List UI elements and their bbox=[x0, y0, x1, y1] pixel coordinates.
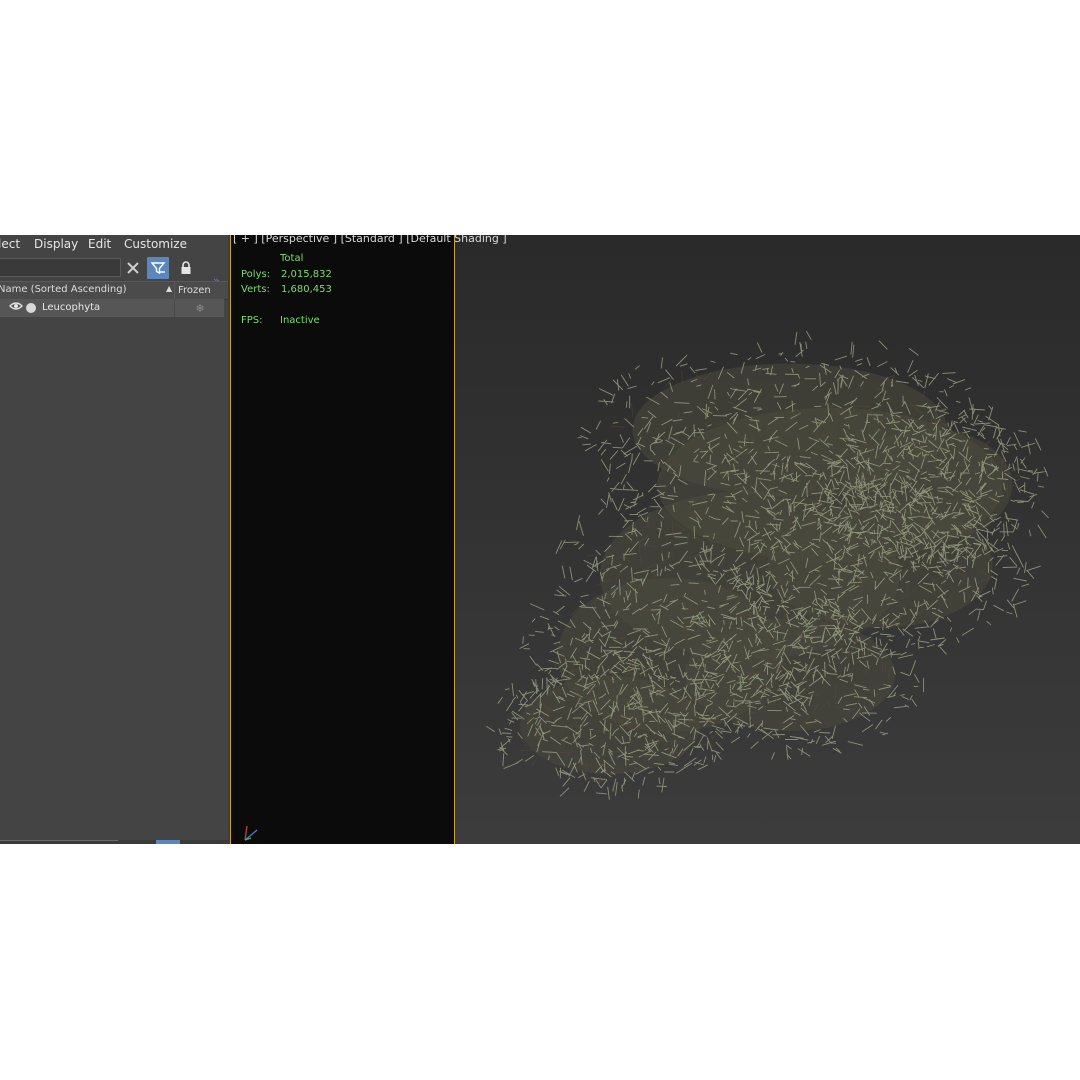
column-name-header[interactable]: Name (Sorted Ascending) bbox=[0, 284, 127, 295]
filter-button[interactable] bbox=[147, 257, 169, 279]
lock-icon bbox=[181, 261, 191, 274]
table-row[interactable]: Leucophyta ❄ bbox=[0, 299, 224, 317]
clear-search-button[interactable] bbox=[122, 257, 144, 279]
object-name[interactable]: Leucophyta bbox=[42, 302, 100, 313]
scene-explorer-panel: lect Display Edit Customize Name (Sorted… bbox=[0, 235, 228, 844]
stats-total-header: Total bbox=[280, 253, 304, 264]
stats-fps-label: FPS: bbox=[241, 315, 263, 326]
perspective-viewport[interactable]: Total Polys: 2,015,832 Verts: 1,680,453 … bbox=[230, 235, 1080, 844]
menu-select[interactable]: lect bbox=[0, 237, 20, 251]
explorer-toolbar: » bbox=[0, 255, 228, 287]
safe-frame-overlay: Total Polys: 2,015,832 Verts: 1,680,453 … bbox=[230, 235, 455, 844]
axis-gizmo-icon bbox=[244, 825, 258, 841]
search-input[interactable] bbox=[0, 258, 121, 277]
menu-display[interactable]: Display bbox=[34, 237, 78, 251]
column-frozen-header[interactable]: Frozen bbox=[174, 282, 224, 299]
menu-edit[interactable]: Edit bbox=[88, 237, 111, 251]
viewport-label-menu[interactable]: [ + ] [Perspective ] [Standard ] [Defaul… bbox=[233, 235, 507, 245]
menu-customize[interactable]: Customize bbox=[124, 237, 187, 251]
object-type-icon bbox=[26, 303, 36, 313]
app-window: lect Display Edit Customize Name (Sorted… bbox=[0, 235, 1080, 844]
frozen-snowflake-icon[interactable]: ❄ bbox=[174, 299, 225, 317]
stats-verts-label: Verts: bbox=[241, 284, 270, 295]
explorer-menubar: lect Display Edit Customize bbox=[0, 235, 228, 255]
visibility-eye-icon[interactable] bbox=[9, 301, 23, 314]
explorer-bottom-tab[interactable] bbox=[156, 840, 180, 844]
stats-verts-value: 1,680,453 bbox=[281, 284, 332, 295]
stats-fps-value: Inactive bbox=[280, 315, 320, 326]
sort-ascending-icon: ▲ bbox=[166, 284, 173, 293]
stats-polys-value: 2,015,832 bbox=[281, 269, 332, 280]
lock-button[interactable] bbox=[175, 257, 197, 279]
column-header-row: Name (Sorted Ascending) ▲ Frozen bbox=[0, 281, 228, 300]
filter-icon bbox=[150, 262, 166, 275]
close-icon bbox=[127, 262, 139, 274]
stats-polys-label: Polys: bbox=[241, 269, 271, 280]
explorer-scrollbar[interactable] bbox=[0, 840, 118, 841]
